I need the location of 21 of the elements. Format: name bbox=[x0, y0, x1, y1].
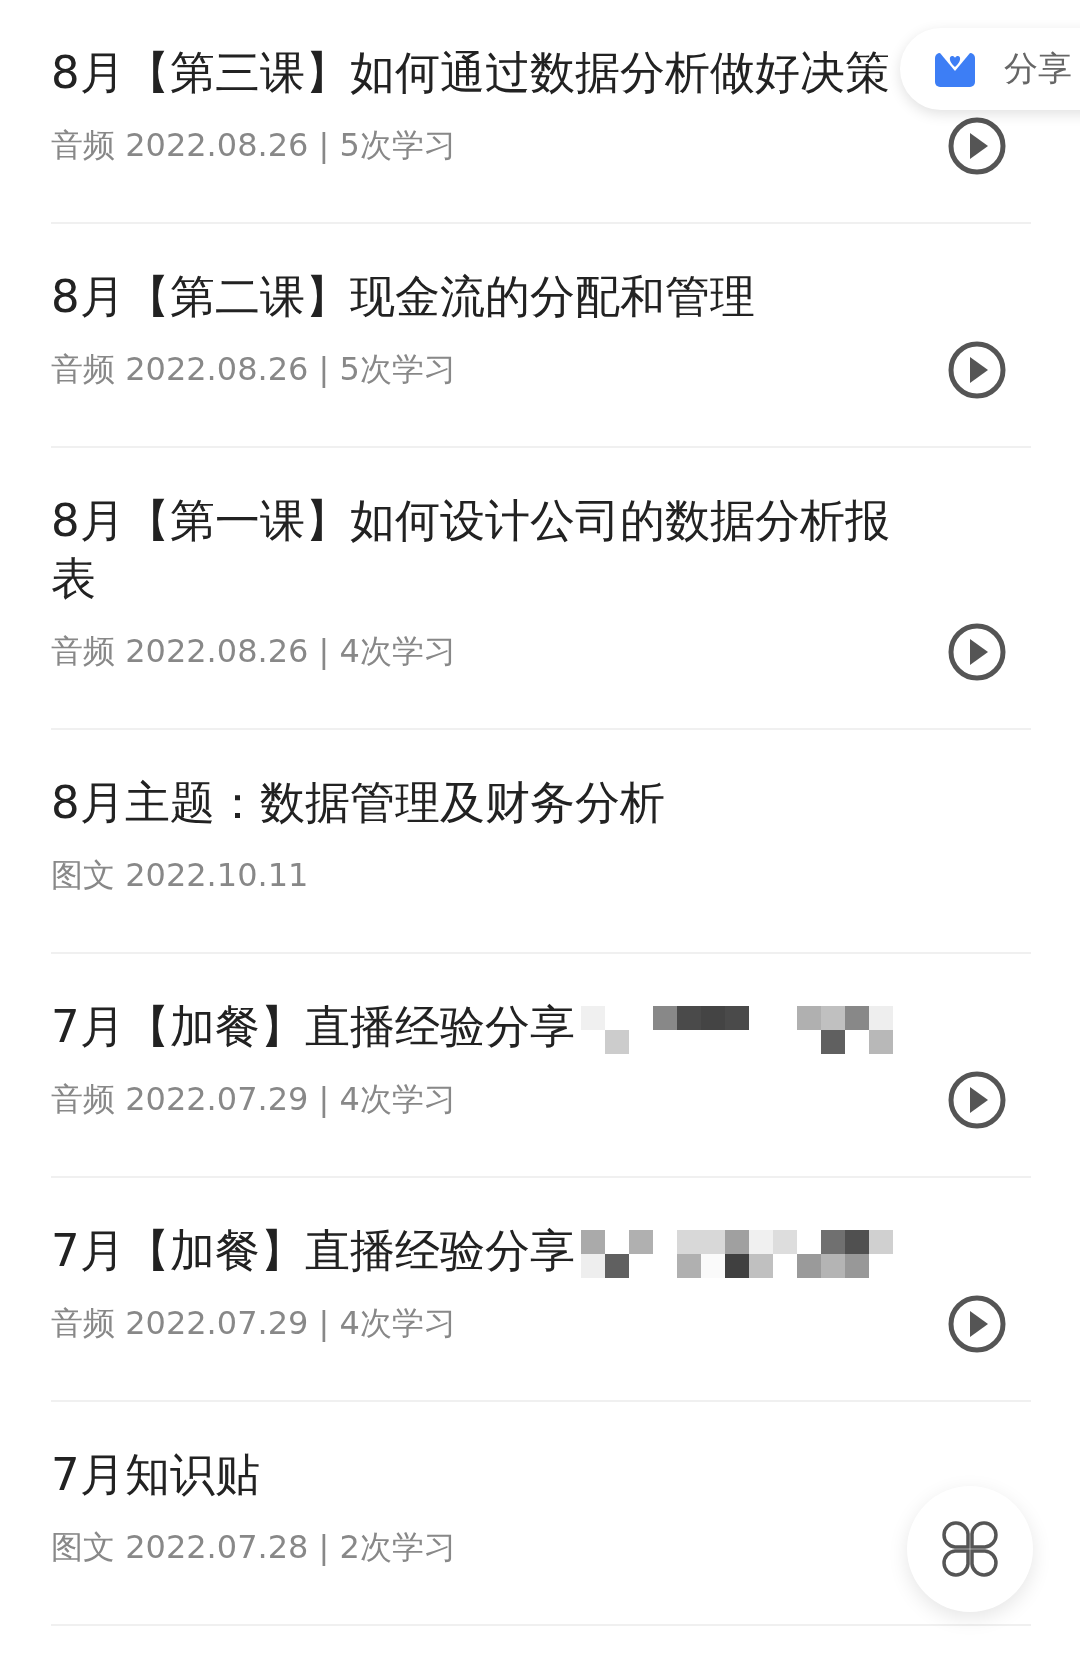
lesson-meta: 图文 2022.10.11 bbox=[51, 855, 309, 896]
lesson-meta: 图文 2022.07.28 | 2次学习 bbox=[51, 1527, 456, 1568]
lesson-title[interactable]: 7月【加餐】直播经验分享 bbox=[51, 998, 893, 1056]
lesson-meta: 音频 2022.08.26 | 4次学习 bbox=[51, 631, 456, 672]
lesson-title[interactable]: 8月主题：数据管理及财务分析 bbox=[51, 774, 665, 832]
play-icon[interactable] bbox=[947, 622, 1007, 682]
play-icon[interactable] bbox=[947, 116, 1007, 176]
lesson-meta: 音频 2022.08.26 | 5次学习 bbox=[51, 349, 456, 390]
lesson-meta: 音频 2022.08.26 | 5次学习 bbox=[51, 125, 456, 166]
play-icon[interactable] bbox=[947, 340, 1007, 400]
lesson-title[interactable]: 7月【加餐】直播经验分享 bbox=[51, 1222, 893, 1280]
lesson-meta: 音频 2022.07.29 | 4次学习 bbox=[51, 1079, 456, 1120]
lesson-meta: 音频 2022.07.29 | 4次学习 bbox=[51, 1303, 456, 1344]
play-icon[interactable] bbox=[947, 1294, 1007, 1354]
lesson-title[interactable]: 8月【第三课】如何通过数据分析做好决策 bbox=[51, 44, 890, 102]
lesson-title[interactable]: 8月【第一课】如何设计公司的数据分析报表 bbox=[51, 492, 911, 608]
play-icon[interactable] bbox=[947, 1070, 1007, 1130]
share-button[interactable]: 分享 bbox=[900, 28, 1080, 110]
lesson-title[interactable]: 7月知识贴 bbox=[51, 1446, 260, 1504]
clover-icon bbox=[940, 1519, 1000, 1579]
lesson-title[interactable]: 8月【第二课】现金流的分配和管理 bbox=[51, 268, 755, 326]
